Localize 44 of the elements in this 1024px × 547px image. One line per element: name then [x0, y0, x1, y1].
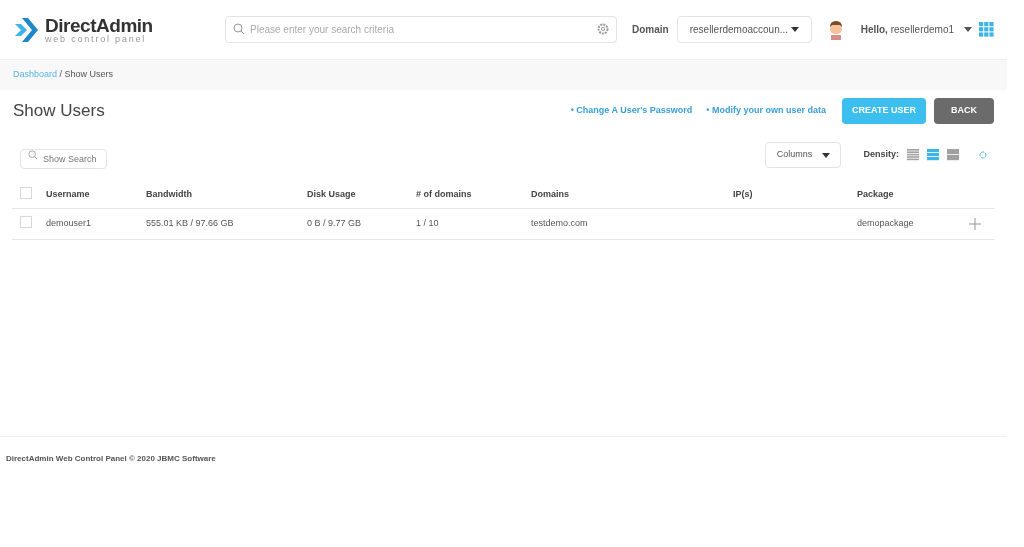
density-label: Density:	[863, 148, 899, 162]
density-icon[interactable]	[927, 149, 939, 161]
avatar-icon	[827, 19, 844, 40]
back-button[interactable]: BACK	[934, 98, 994, 124]
search-icon	[28, 150, 38, 160]
domain-label: Domain	[632, 23, 669, 37]
action-link[interactable]: • Change A User's Password	[570, 104, 693, 118]
search-field[interactable]: Please enter your search criteria	[225, 16, 617, 43]
table-cell: demopackage	[857, 218, 914, 229]
caret-icon	[822, 152, 831, 158]
settings-icon[interactable]	[597, 23, 609, 35]
column-header: Domains	[531, 189, 569, 200]
logo-icon	[13, 15, 39, 44]
logo-tagline: web control panel	[45, 34, 148, 44]
domain-dropdown[interactable]: resellerdemoaccoun...	[676, 16, 812, 43]
column-header: Bandwidth	[146, 189, 192, 200]
apps-grid-icon[interactable]	[979, 22, 994, 37]
column-header: # of domains	[416, 189, 472, 200]
column-header: IP(s)	[733, 189, 753, 200]
caret-icon	[790, 27, 799, 32]
action-link[interactable]: • Modify your own user data	[706, 104, 826, 118]
density-icon[interactable]	[907, 149, 919, 161]
breadcrumb-current: / Show Users	[58, 68, 114, 82]
table-cell: 555.01 KB / 97.66 GB	[146, 218, 234, 229]
table-cell: 0 B / 9.77 GB	[307, 218, 362, 229]
table-search-field[interactable]: Show Search	[20, 149, 107, 169]
page-title: Show Users	[13, 100, 105, 123]
columns-dropdown[interactable]: Columns	[765, 142, 842, 168]
table-cell: 1 / 10	[416, 218, 439, 229]
caret-icon	[964, 27, 973, 32]
column-header: Disk Usage	[307, 189, 356, 200]
search-icon	[233, 23, 245, 35]
table-cell: testdemo.com	[531, 218, 588, 229]
table-cell: demouser1	[46, 218, 92, 229]
checkbox[interactable]	[20, 215, 32, 228]
footer-text: DirectAdmin Web Control Panel © 2020 JBMC Software	[6, 452, 216, 465]
density-icon[interactable]	[947, 149, 959, 161]
column-header: Username	[46, 189, 90, 200]
refresh-icon[interactable]	[979, 151, 987, 159]
plus-icon[interactable]	[969, 218, 981, 230]
logo-text: DirectAdmin	[45, 15, 153, 35]
user-menu[interactable]: Hello, resellerdemo1	[860, 22, 973, 37]
column-header: Package	[857, 189, 894, 200]
checkbox[interactable]	[20, 186, 32, 199]
